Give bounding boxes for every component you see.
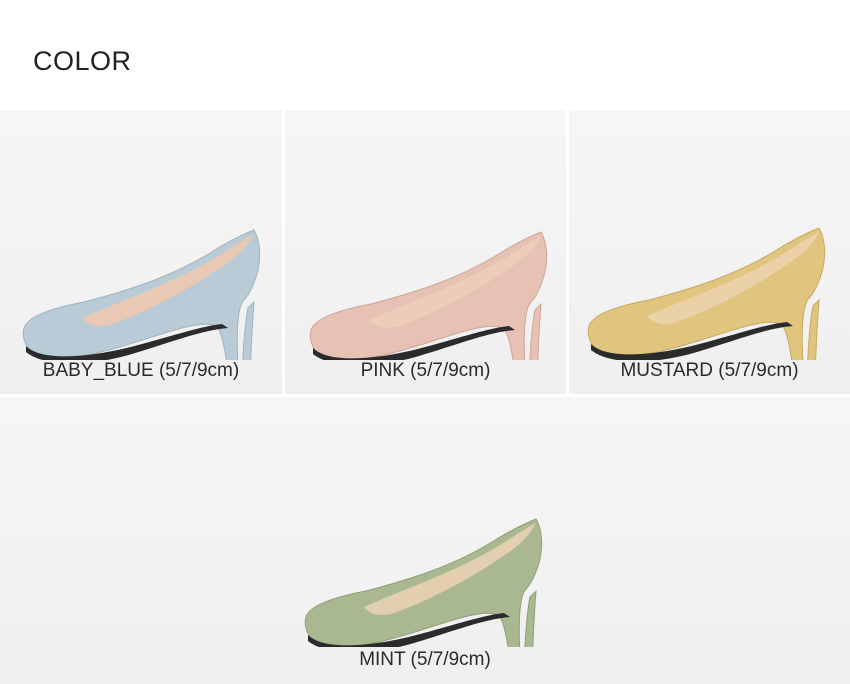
product-tile-pink[interactable]: PINK (5/7/9cm): [285, 110, 566, 394]
product-tile-baby-blue[interactable]: BABY_BLUE (5/7/9cm): [0, 110, 282, 394]
product-label: BABY_BLUE (5/7/9cm): [42, 360, 240, 381]
shoe-image-mustard: [587, 227, 826, 360]
product-tile-mint[interactable]: MINT (5/7/9cm): [0, 397, 850, 684]
shoe-image-mint: [304, 518, 543, 647]
product-label: PINK (5/7/9cm): [360, 360, 491, 381]
product-tile-mustard[interactable]: MUSTARD (5/7/9cm): [569, 110, 850, 394]
product-label: MINT (5/7/9cm): [359, 649, 491, 670]
shoe-image-pink: [309, 231, 548, 360]
section-heading: COLOR: [33, 46, 132, 76]
product-label: MUSTARD (5/7/9cm): [620, 360, 799, 381]
shoe-image-baby-blue: [22, 229, 261, 360]
